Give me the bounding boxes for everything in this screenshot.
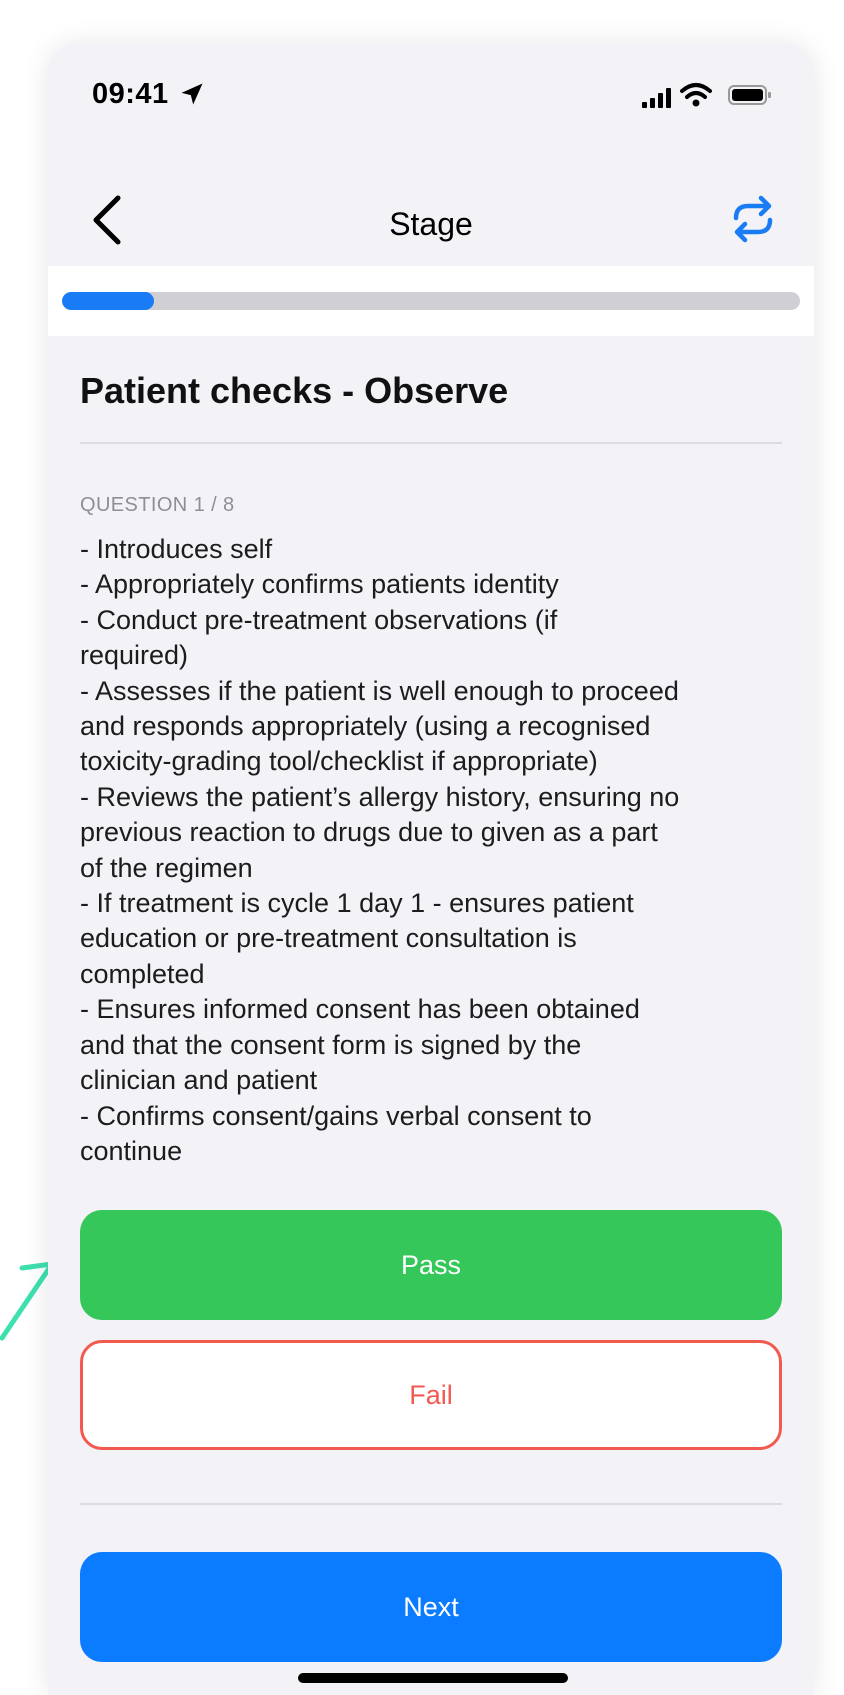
question-line: - Conduct pre-treatment observations (if — [80, 604, 558, 635]
signal-bars-icon — [642, 88, 671, 108]
progress-fill — [62, 292, 155, 310]
question-line: - If treatment is cycle 1 day 1 - ensure… — [80, 888, 634, 919]
question-line: - Confirms consent/gains verbal consent … — [80, 1100, 592, 1131]
progress-bar — [62, 292, 800, 310]
question-line: education or pre-treatment consultation … — [80, 923, 577, 954]
question-line: previous reaction to drugs due to given … — [80, 817, 658, 848]
question-line: clinician and patient — [80, 1065, 318, 1096]
question-line: - Assesses if the patient is well enough… — [80, 675, 679, 706]
next-button[interactable]: Next — [80, 1552, 782, 1662]
question-line: of the regimen — [80, 852, 253, 883]
nav-title: Stage — [389, 206, 473, 242]
question-line: and that the consent form is signed by t… — [80, 1029, 582, 1060]
question-line: toxicity-grading tool/checklist if appro… — [80, 746, 598, 777]
wifi-icon — [680, 83, 712, 107]
battery-icon — [728, 85, 771, 105]
progress-section — [48, 266, 814, 336]
question-line: required) — [80, 640, 189, 671]
question-line: - Appropriately confirms patients identi… — [80, 569, 559, 600]
question-line: - Reviews the patient’s allergy history,… — [80, 781, 680, 812]
pass-button[interactable]: Pass — [80, 1210, 782, 1320]
fail-button[interactable]: Fail — [80, 1340, 782, 1450]
question-line: - Ensures informed consent has been obta… — [80, 994, 640, 1025]
page: 09:41 Stage Patient checks - Observe QUE… — [0, 0, 844, 1695]
question-text: - Introduces self - Appropriately confirm… — [80, 532, 790, 1169]
home-indicator — [298, 1673, 568, 1683]
status-time: 09:41 — [92, 78, 169, 110]
refresh-repeat-icon[interactable] — [728, 194, 778, 244]
location-arrow-icon — [181, 83, 203, 105]
navigation-bar: Stage — [48, 144, 814, 266]
question-counter: QUESTION 1 / 8 — [80, 494, 235, 516]
question-line: and responds appropriately (using a reco… — [80, 711, 651, 742]
question-line: - Introduces self — [80, 534, 273, 564]
question-line: continue — [80, 1135, 183, 1166]
status-bar: 09:41 — [48, 44, 814, 144]
section-title: Patient checks - Observe — [80, 370, 509, 411]
actions-divider — [80, 1503, 782, 1505]
phone-screen: 09:41 Stage Patient checks - Observe QUE… — [48, 44, 814, 1695]
question-line: completed — [80, 958, 205, 989]
title-divider — [80, 442, 782, 444]
